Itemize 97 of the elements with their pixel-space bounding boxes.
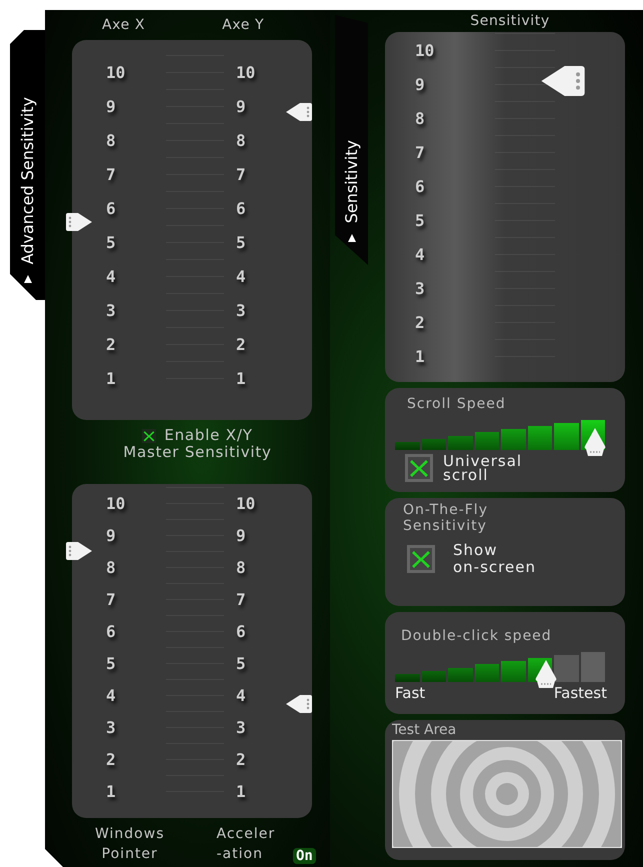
scale-label: 10 — [236, 62, 256, 84]
scale-label: 8 — [236, 130, 247, 152]
slider-thumb[interactable] — [535, 660, 558, 688]
slider-thumb[interactable] — [286, 103, 312, 122]
scale-label: 1 — [106, 780, 117, 802]
scale-label: 9 — [106, 96, 117, 118]
speed-segment — [448, 436, 472, 450]
scale-label: 7 — [415, 142, 426, 164]
speed-segment — [474, 664, 499, 682]
slider-thumb[interactable] — [66, 213, 92, 232]
triangle-icon — [346, 233, 356, 243]
scale-label: Fastest — [554, 684, 607, 702]
checkbox-label: Master Sensitivity — [123, 444, 272, 461]
scale-label: 9 — [106, 524, 117, 546]
scale-label: 6 — [236, 620, 247, 642]
scale-label: 5 — [236, 232, 247, 254]
scale-label: 3 — [415, 278, 426, 300]
scale-label: 4 — [236, 684, 247, 706]
scale-label: 8 — [236, 556, 247, 578]
scale-label: 4 — [106, 684, 117, 706]
scale-label: 9 — [415, 74, 426, 96]
scale-label: 2 — [106, 748, 117, 770]
checkbox[interactable] — [142, 428, 156, 442]
speed-segment — [448, 668, 472, 682]
speed-segment — [395, 442, 420, 450]
speed-segment — [395, 674, 420, 682]
scale-label: 2 — [236, 748, 247, 770]
slider-thumb[interactable] — [66, 542, 92, 560]
column-header: Axe X — [102, 17, 146, 33]
checkbox-label: Universal scroll — [443, 454, 522, 482]
x-mark-icon — [409, 458, 429, 478]
column-header: Axe Y — [222, 17, 264, 33]
scale-label: 1 — [415, 346, 426, 368]
speed-segment — [422, 670, 446, 682]
scale-label: 3 — [106, 300, 117, 322]
section-title: On-The-Fly Sensitivity — [403, 502, 489, 534]
scale-label: 10 — [415, 40, 436, 62]
scale-label: 5 — [106, 652, 117, 674]
scale-label: 5 — [236, 652, 247, 674]
scale-label: 8 — [106, 130, 117, 152]
checkbox-label: Show on-screen — [453, 542, 536, 576]
scale-label: 2 — [415, 312, 426, 334]
checkbox-label: Enable X/Y — [164, 427, 253, 444]
scale-label: 1 — [106, 368, 117, 390]
advanced-sensitivity-tab[interactable]: Advanced Sensitivity — [10, 30, 45, 300]
scale-label: 9 — [236, 524, 247, 546]
scale-label: 1 — [236, 780, 247, 802]
scale-label: 8 — [415, 108, 426, 130]
column-label: Windows Pointer — [95, 825, 164, 864]
speed-segment — [580, 652, 605, 682]
scale-label: 1 — [236, 368, 247, 390]
section-title: Test Area — [392, 722, 458, 738]
scale-label: 7 — [106, 164, 117, 186]
speed-segment — [528, 426, 552, 450]
speed-segment — [422, 438, 446, 450]
scale-label: 10 — [236, 492, 256, 514]
scale-label: 6 — [236, 198, 247, 220]
scale-label: 3 — [236, 300, 247, 322]
triangle-icon — [22, 274, 32, 284]
scale-label: 6 — [106, 198, 117, 220]
scale-label: 8 — [106, 556, 117, 578]
scale-label: 3 — [236, 716, 247, 738]
scale-label: 10 — [106, 492, 126, 514]
scale-label: 4 — [415, 244, 426, 266]
scale-label: 2 — [106, 334, 117, 356]
scale-label: 7 — [236, 588, 247, 610]
slider-thumb[interactable] — [541, 66, 585, 96]
status-badge: On — [293, 848, 316, 864]
scale-label: 2 — [236, 334, 247, 356]
section-title: Sensitivity — [470, 13, 550, 29]
speed-segment — [501, 661, 526, 682]
section-title: Scroll Speed — [406, 396, 507, 412]
speed-segment — [554, 422, 578, 450]
section-title: Double-click speed — [400, 628, 553, 644]
slider-thumb[interactable] — [584, 428, 606, 456]
checkbox[interactable] — [407, 545, 435, 573]
speed-segment — [501, 429, 526, 450]
x-mark-icon — [143, 430, 156, 442]
scale-label: 3 — [106, 716, 117, 738]
scale-label: 4 — [106, 266, 117, 288]
checkbox[interactable] — [405, 454, 433, 482]
scale-label: 7 — [236, 164, 247, 186]
sensitivity-tab[interactable]: Sensitivity — [335, 15, 368, 265]
scale-label: Fast — [395, 684, 426, 702]
scale-label: 6 — [415, 176, 426, 198]
scale-label: 5 — [106, 232, 117, 254]
x-mark-icon — [411, 549, 431, 569]
scale-label: 4 — [236, 266, 247, 288]
scale-label: 9 — [236, 96, 247, 118]
speed-segment — [554, 654, 578, 682]
slider-thumb[interactable] — [286, 695, 312, 714]
column-label: Acceler -ation — [216, 825, 276, 864]
scale-label: 6 — [106, 620, 117, 642]
scale-label: 10 — [106, 62, 126, 84]
scale-label: 7 — [106, 588, 117, 610]
speed-segment — [474, 432, 499, 450]
scale-label: 5 — [415, 210, 426, 232]
